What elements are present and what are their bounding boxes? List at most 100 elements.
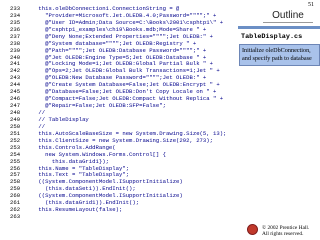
code-line: 254 new System.Windows.Forms.Control[] { bbox=[10, 151, 242, 158]
code-line: 257 this.Text = "TableDisplay"; bbox=[10, 171, 242, 179]
code-text: // TableDisplay bbox=[25, 115, 89, 123]
slide-number: 51 bbox=[308, 2, 314, 8]
line-number: 240 bbox=[10, 53, 21, 61]
line-number: 243 bbox=[10, 74, 21, 82]
line-number: 237 bbox=[10, 32, 21, 40]
code-line: 240 @"Jet OLEDB:Engine Type=5;Jet OLEDB:… bbox=[10, 54, 242, 61]
code-text: this.Controls.AddRange( bbox=[25, 143, 116, 151]
code-line: 234 "Provider=Microsoft.Jet.OLEDB.4.0;Pa… bbox=[10, 12, 242, 19]
code-line: 259 (this.dataSet1)).EndInit(); bbox=[10, 185, 242, 192]
code-line: 248 // bbox=[10, 109, 242, 116]
line-number: 234 bbox=[10, 11, 21, 19]
code-text: // bbox=[25, 109, 46, 117]
code-line: 244 @"Create System Database=False;Jet O… bbox=[10, 81, 242, 88]
code-line: 256 this.Name = "TableDisplay"; bbox=[10, 165, 242, 172]
code-line: 249 // TableDisplay bbox=[10, 116, 242, 123]
code-text: this.ClientSize = new System.Drawing.Siz… bbox=[25, 136, 213, 144]
line-number: 260 bbox=[10, 192, 21, 200]
line-number: 254 bbox=[10, 150, 21, 158]
line-number: 244 bbox=[10, 81, 21, 89]
code-text: new System.Windows.Forms.Control[] { bbox=[25, 150, 166, 158]
line-number: 263 bbox=[10, 213, 21, 221]
line-number: 251 bbox=[10, 129, 21, 137]
line-number: 236 bbox=[10, 25, 21, 33]
code-text: @"Ops=2;Jet OLEDB:Global Bulk Transactio… bbox=[25, 67, 220, 75]
code-text: @"Repair=False;Jet OLEDB:SFP=False"; bbox=[25, 102, 166, 110]
code-line: 251 this.AutoScaleBaseSize = new System.… bbox=[10, 130, 242, 137]
copyright-notice: © 2002 Prentice Hall. All rights reserve… bbox=[262, 225, 309, 237]
code-text: @"Create System Database=False;Jet OLEDB… bbox=[25, 81, 220, 89]
code-text: (this.dataSet1)).EndInit(); bbox=[25, 185, 136, 193]
code-line: 247 @"Repair=False;Jet OLEDB:SFP=False"; bbox=[10, 102, 242, 109]
line-number: 233 bbox=[10, 4, 21, 12]
code-line: 241 @"Locking Mode=1;Jet OLEDB:Global Pa… bbox=[10, 60, 242, 68]
outline-divider bbox=[238, 26, 320, 29]
code-line: 242 @"Ops=2;Jet OLEDB:Global Bulk Transa… bbox=[10, 67, 242, 74]
copyright-line-1: © 2002 Prentice Hall. bbox=[262, 224, 310, 231]
code-line: 250 // bbox=[10, 123, 242, 130]
code-line: 245 @"Database=False;Jet OLEDB:Don't Cop… bbox=[10, 88, 242, 95]
code-text: this.Name = "TableDisplay"; bbox=[25, 164, 130, 172]
code-line: 236 @"csphtp1_examples\ch19\Books.mdb;Mo… bbox=[10, 26, 242, 33]
line-number: 235 bbox=[10, 18, 21, 26]
line-number: 257 bbox=[10, 171, 21, 179]
line-number: 256 bbox=[10, 164, 21, 172]
code-text: @"OLEDB:New Database Password="""";Jet O… bbox=[25, 74, 207, 82]
code-text: @"Compact=False;Jet OLEDB:Compact Withou… bbox=[25, 95, 224, 103]
copyright-line-2: All rights reserved. bbox=[262, 230, 304, 237]
code-text: @"csphtp1_examples\ch19\Books.mdb;Mode=S… bbox=[25, 25, 207, 33]
line-number: 258 bbox=[10, 178, 21, 186]
code-line: 262 this.ResumeLayout(false); bbox=[10, 206, 242, 213]
line-number: 242 bbox=[10, 67, 21, 75]
code-line: 261 (this.dataGrid1)).EndInit(); bbox=[10, 199, 242, 206]
code-line: 235 @"User ID=Admin;Data Source=C:\Books… bbox=[10, 19, 242, 26]
code-line: 243 @"OLEDB:New Database Password="""";J… bbox=[10, 74, 242, 81]
code-line: 233 this.oleDbConnection1.ConnectionStri… bbox=[10, 5, 242, 12]
code-text: this.ResumeLayout(false); bbox=[25, 206, 123, 214]
code-text: "Provider=Microsoft.Jet.OLEDB.4.0;Passwo… bbox=[25, 11, 217, 19]
line-number: 238 bbox=[10, 39, 21, 47]
code-text: @"Deny None;Extended Properties="""";Jet… bbox=[25, 32, 213, 40]
code-text: @"Locking Mode=1;Jet OLEDB:Global Partia… bbox=[25, 60, 213, 68]
line-number: 247 bbox=[10, 102, 21, 110]
callout-line-2: and specify path to database bbox=[242, 54, 312, 62]
line-number: 245 bbox=[10, 88, 21, 96]
callout-box: Initialize oleDbConnection, and specify … bbox=[239, 44, 320, 66]
outline-button[interactable]: Outline bbox=[263, 9, 313, 23]
code-text: // bbox=[25, 122, 46, 130]
line-number: 252 bbox=[10, 136, 21, 144]
code-text: @"User ID=Admin;Data Source=C:\Books\200… bbox=[25, 18, 224, 26]
line-number: 248 bbox=[10, 109, 21, 117]
line-number: 255 bbox=[10, 157, 21, 165]
code-line: 238 @"System database="""";Jet OLEDB:Reg… bbox=[10, 40, 242, 47]
code-line: 246 @"Compact=False;Jet OLEDB:Compact Wi… bbox=[10, 95, 242, 102]
code-text: @"Database=False;Jet OLEDB:Don't Copy Lo… bbox=[25, 88, 217, 96]
file-name-label: TableDisplay.cs bbox=[241, 33, 303, 41]
code-text: ((System.ComponentModel.ISupportInitiali… bbox=[25, 192, 183, 200]
code-line: 237 @"Deny None;Extended Properties=""""… bbox=[10, 33, 242, 40]
code-text: this.dataGrid1}); bbox=[25, 157, 109, 165]
code-line: 255 this.dataGrid1}); bbox=[10, 158, 242, 165]
line-number: 239 bbox=[10, 46, 21, 54]
code-text: @"System database="""";Jet OLEDB:Registr… bbox=[25, 39, 197, 47]
code-line: 239 @"Path="""";Jet OLEDB:Database Passw… bbox=[10, 47, 242, 54]
code-text: ((System.ComponentModel.ISupportInitiali… bbox=[25, 178, 183, 186]
line-number: 262 bbox=[10, 206, 21, 214]
code-text: (this.dataGrid1)).EndInit(); bbox=[25, 199, 140, 207]
line-number: 253 bbox=[10, 143, 21, 151]
code-text: this.AutoScaleBaseSize = new System.Draw… bbox=[25, 129, 227, 137]
line-number: 241 bbox=[10, 60, 21, 68]
line-number: 246 bbox=[10, 95, 21, 103]
code-line: 253 this.Controls.AddRange( bbox=[10, 144, 242, 151]
line-number: 261 bbox=[10, 199, 21, 207]
code-line: 260 ((System.ComponentModel.ISupportInit… bbox=[10, 192, 242, 199]
code-line: 252 this.ClientSize = new System.Drawing… bbox=[10, 137, 242, 144]
code-text: this.oleDbConnection1.ConnectionString =… bbox=[25, 4, 180, 12]
line-number: 259 bbox=[10, 185, 21, 193]
prentice-hall-logo-icon bbox=[247, 224, 258, 235]
code-listing: 233 this.oleDbConnection1.ConnectionStri… bbox=[10, 5, 242, 220]
line-number: 249 bbox=[10, 115, 21, 123]
callout-line-1: Initialize oleDbConnection, bbox=[242, 47, 311, 54]
code-text: this.Text = "TableDisplay"; bbox=[25, 171, 130, 179]
code-text: @"Jet OLEDB:Engine Type=5;Jet OLEDB:Data… bbox=[25, 53, 207, 61]
